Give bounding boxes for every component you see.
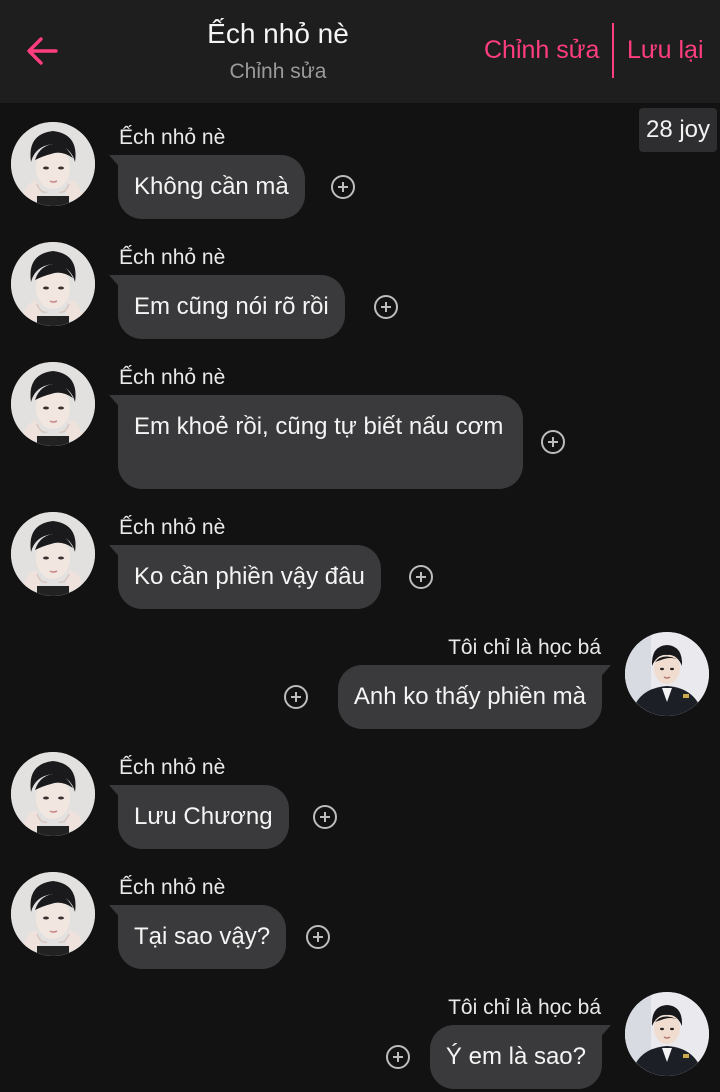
avatar[interactable] [625, 992, 709, 1076]
message-bubble[interactable]: Lưu Chương [118, 785, 289, 849]
arrow-left-icon [27, 37, 58, 65]
avatar[interactable] [11, 872, 95, 956]
add-reaction-button[interactable] [313, 805, 337, 829]
sender-name: Tôi chỉ là học bá [448, 636, 601, 659]
sender-name: Ếch nhỏ nè [119, 756, 226, 779]
avatar[interactable] [625, 632, 709, 716]
message-bubble[interactable]: Tại sao vậy? [118, 905, 287, 969]
save-button[interactable]: Lưu lại [627, 36, 704, 65]
sender-name: Ếch nhỏ nè [119, 366, 226, 389]
header-divider [612, 23, 614, 78]
add-reaction-button[interactable] [409, 565, 433, 589]
message-bubble[interactable]: Em khoẻ rồi, cũng tự biết nấu cơm [118, 395, 523, 489]
add-reaction-button[interactable] [541, 430, 565, 454]
add-reaction-button[interactable] [374, 295, 398, 319]
message-bubble[interactable]: Không cần mà [118, 155, 305, 219]
message-bubble[interactable]: Anh ko thấy phiền mà [337, 665, 602, 729]
add-reaction-button[interactable] [284, 685, 308, 709]
add-reaction-button[interactable] [306, 925, 330, 949]
sender-name: Tôi chỉ là học bá [448, 996, 601, 1019]
back-button[interactable] [22, 30, 62, 70]
avatar[interactable] [11, 122, 95, 206]
edit-button[interactable]: Chỉnh sửa [484, 36, 599, 65]
avatar[interactable] [11, 242, 95, 326]
add-reaction-button[interactable] [331, 175, 355, 199]
sender-name: Ếch nhỏ nè [119, 516, 226, 539]
sender-name: Ếch nhỏ nè [119, 126, 226, 149]
message-bubble[interactable]: Ko cần phiền vậy đâu [118, 545, 381, 609]
add-reaction-button[interactable] [386, 1045, 410, 1069]
message-bubble[interactable]: Em cũng nói rõ rồi [118, 275, 345, 339]
avatar[interactable] [11, 362, 95, 446]
chat-subtitle: Chỉnh sửa [229, 60, 327, 83]
sender-name: Ếch nhỏ nè [119, 876, 226, 899]
message-bubble[interactable]: Ý em là sao? [429, 1025, 602, 1089]
count-badge: 28 joy [639, 108, 717, 152]
chat-title: Ếch nhỏ nè [207, 18, 349, 49]
avatar[interactable] [11, 752, 95, 836]
sender-name: Ếch nhỏ nè [119, 246, 226, 269]
avatar[interactable] [11, 512, 95, 596]
chat-header: Ếch nhỏ nè Chỉnh sửa Chỉnh sửa Lưu lại [0, 0, 720, 103]
